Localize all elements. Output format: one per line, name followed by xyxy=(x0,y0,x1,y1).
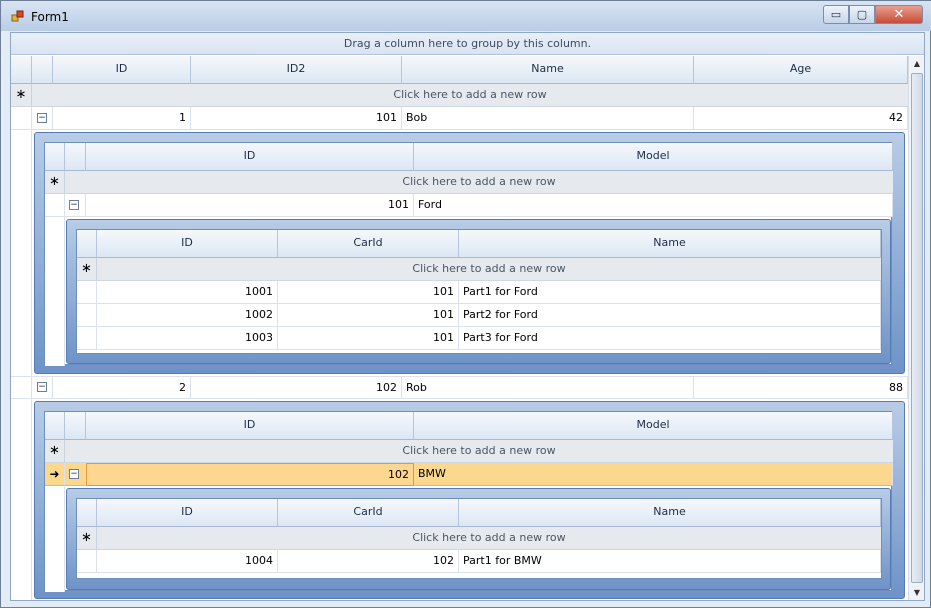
cell-id[interactable]: 1003 xyxy=(97,327,278,350)
cell-name[interactable]: Part2 for Ford xyxy=(459,304,881,327)
cell-id-focused[interactable]: 102 xyxy=(86,463,414,486)
collapse-icon[interactable]: − xyxy=(69,469,79,479)
row-indicator-header xyxy=(11,56,32,84)
column-header-carid[interactable]: CarId xyxy=(278,230,459,258)
new-row-icon: ∗ xyxy=(45,171,65,194)
column-header-name[interactable]: Name xyxy=(459,499,881,527)
new-row-icon: ∗ xyxy=(77,527,97,550)
cell-carid[interactable]: 102 xyxy=(278,550,459,573)
group-by-panel[interactable]: Drag a column here to group by this colu… xyxy=(11,33,924,55)
minimize-button[interactable]: ▭ xyxy=(823,5,849,24)
column-header-carid[interactable]: CarId xyxy=(278,499,459,527)
cell-name[interactable]: Part3 for Ford xyxy=(459,327,881,350)
cell-age[interactable]: 88 xyxy=(694,376,908,399)
cell-id[interactable]: 1 xyxy=(53,107,191,130)
cell-id[interactable]: 1001 xyxy=(97,281,278,304)
row-indicator xyxy=(11,399,32,600)
add-new-row[interactable]: Click here to add a new row xyxy=(97,527,881,550)
collapse-icon[interactable]: − xyxy=(69,200,79,210)
expand-column-header xyxy=(65,412,86,440)
row-indicator[interactable] xyxy=(77,327,97,350)
scroll-up-icon[interactable]: ▲ xyxy=(909,56,924,72)
column-header-id2[interactable]: ID2 xyxy=(191,56,402,84)
parts-grid: ID CarId Name ∗ Click here to add a new … xyxy=(76,498,882,579)
cell-name[interactable]: Part1 for BMW xyxy=(459,550,881,573)
row-indicator[interactable] xyxy=(77,550,97,573)
window-title: Form1 xyxy=(31,10,69,24)
maximize-button[interactable]: ▢ xyxy=(849,5,875,24)
detail-view-parts: ID CarId Name ∗ Click here to add a new … xyxy=(66,219,891,364)
add-new-row[interactable]: Click here to add a new row xyxy=(97,258,881,281)
cell-id2[interactable]: 102 xyxy=(191,376,402,399)
scroll-thumb[interactable] xyxy=(911,73,923,583)
detail-view-parts: ID CarId Name ∗ Click here to add a new … xyxy=(66,488,891,590)
title-bar: Form1 ▭ ▢ ✕ xyxy=(1,1,931,31)
row-indicator[interactable] xyxy=(45,194,65,217)
cell-id2[interactable]: 101 xyxy=(191,107,402,130)
current-row-icon[interactable]: ➜ xyxy=(45,463,65,486)
expand-column-header xyxy=(65,143,86,171)
add-new-row[interactable]: Click here to add a new row xyxy=(65,171,893,194)
grid-control: Drag a column here to group by this colu… xyxy=(10,32,925,601)
column-header-id[interactable]: ID xyxy=(97,230,278,258)
column-header-id[interactable]: ID xyxy=(53,56,191,84)
column-header-id[interactable]: ID xyxy=(86,412,414,440)
cell-carid[interactable]: 101 xyxy=(278,281,459,304)
row-indicator-header xyxy=(77,230,97,258)
row-indicator-header xyxy=(77,499,97,527)
detail-view-cars: ID Model ∗ Click here to add a new row ➜… xyxy=(34,401,905,599)
cell-id[interactable]: 2 xyxy=(53,376,191,399)
column-header-model[interactable]: Model xyxy=(414,143,893,171)
cars-grid: ID Model ∗ Click here to add a new row ➜… xyxy=(44,411,893,592)
cell-carid[interactable]: 101 xyxy=(278,327,459,350)
cell-model[interactable]: BMW xyxy=(414,463,893,486)
column-header-name[interactable]: Name xyxy=(459,230,881,258)
row-indicator-header xyxy=(45,143,65,171)
expand-cell[interactable]: − xyxy=(65,463,86,486)
row-indicator[interactable] xyxy=(77,304,97,327)
close-button[interactable]: ✕ xyxy=(875,5,923,24)
new-row-icon: ∗ xyxy=(11,84,32,107)
cell-name[interactable]: Part1 for Ford xyxy=(459,281,881,304)
vertical-scrollbar[interactable]: ▲ ▼ xyxy=(908,56,924,600)
collapse-icon[interactable]: − xyxy=(37,382,47,392)
cell-model[interactable]: Ford xyxy=(414,194,893,217)
app-window: Form1 ▭ ▢ ✕ Drag a column here to group … xyxy=(0,0,931,608)
row-indicator xyxy=(11,130,32,376)
cell-id[interactable]: 1002 xyxy=(97,304,278,327)
detail-view-cars: ID Model ∗ Click here to add a new row −… xyxy=(34,132,905,374)
cell-id[interactable]: 1004 xyxy=(97,550,278,573)
cell-id[interactable]: 101 xyxy=(86,194,414,217)
add-new-row[interactable]: Click here to add a new row xyxy=(65,440,893,463)
app-icon xyxy=(11,10,24,22)
column-header-model[interactable]: Model xyxy=(414,412,893,440)
row-indicator[interactable] xyxy=(77,281,97,304)
row-indicator xyxy=(45,217,65,366)
expand-cell[interactable]: − xyxy=(32,107,53,130)
row-indicator[interactable] xyxy=(11,107,32,130)
row-indicator xyxy=(45,486,65,592)
column-header-age[interactable]: Age xyxy=(694,56,908,84)
parts-grid: ID CarId Name ∗ Click here to add a new … xyxy=(76,229,882,354)
cell-name[interactable]: Rob xyxy=(402,376,694,399)
cell-age[interactable]: 42 xyxy=(694,107,908,130)
expand-column-header xyxy=(32,56,53,84)
new-row-icon: ∗ xyxy=(45,440,65,463)
expand-cell[interactable]: − xyxy=(65,194,86,217)
expand-cell[interactable]: − xyxy=(32,376,53,399)
cell-name[interactable]: Bob xyxy=(402,107,694,130)
column-header-id[interactable]: ID xyxy=(86,143,414,171)
row-indicator-header xyxy=(45,412,65,440)
cars-grid: ID Model ∗ Click here to add a new row −… xyxy=(44,142,893,366)
row-indicator[interactable] xyxy=(11,376,32,399)
new-row-icon: ∗ xyxy=(77,258,97,281)
scroll-down-icon[interactable]: ▼ xyxy=(909,585,924,600)
add-new-row[interactable]: Click here to add a new row xyxy=(32,84,908,107)
collapse-icon[interactable]: − xyxy=(37,113,47,123)
cell-carid[interactable]: 101 xyxy=(278,304,459,327)
column-header-name[interactable]: Name xyxy=(402,56,694,84)
column-header-id[interactable]: ID xyxy=(97,499,278,527)
